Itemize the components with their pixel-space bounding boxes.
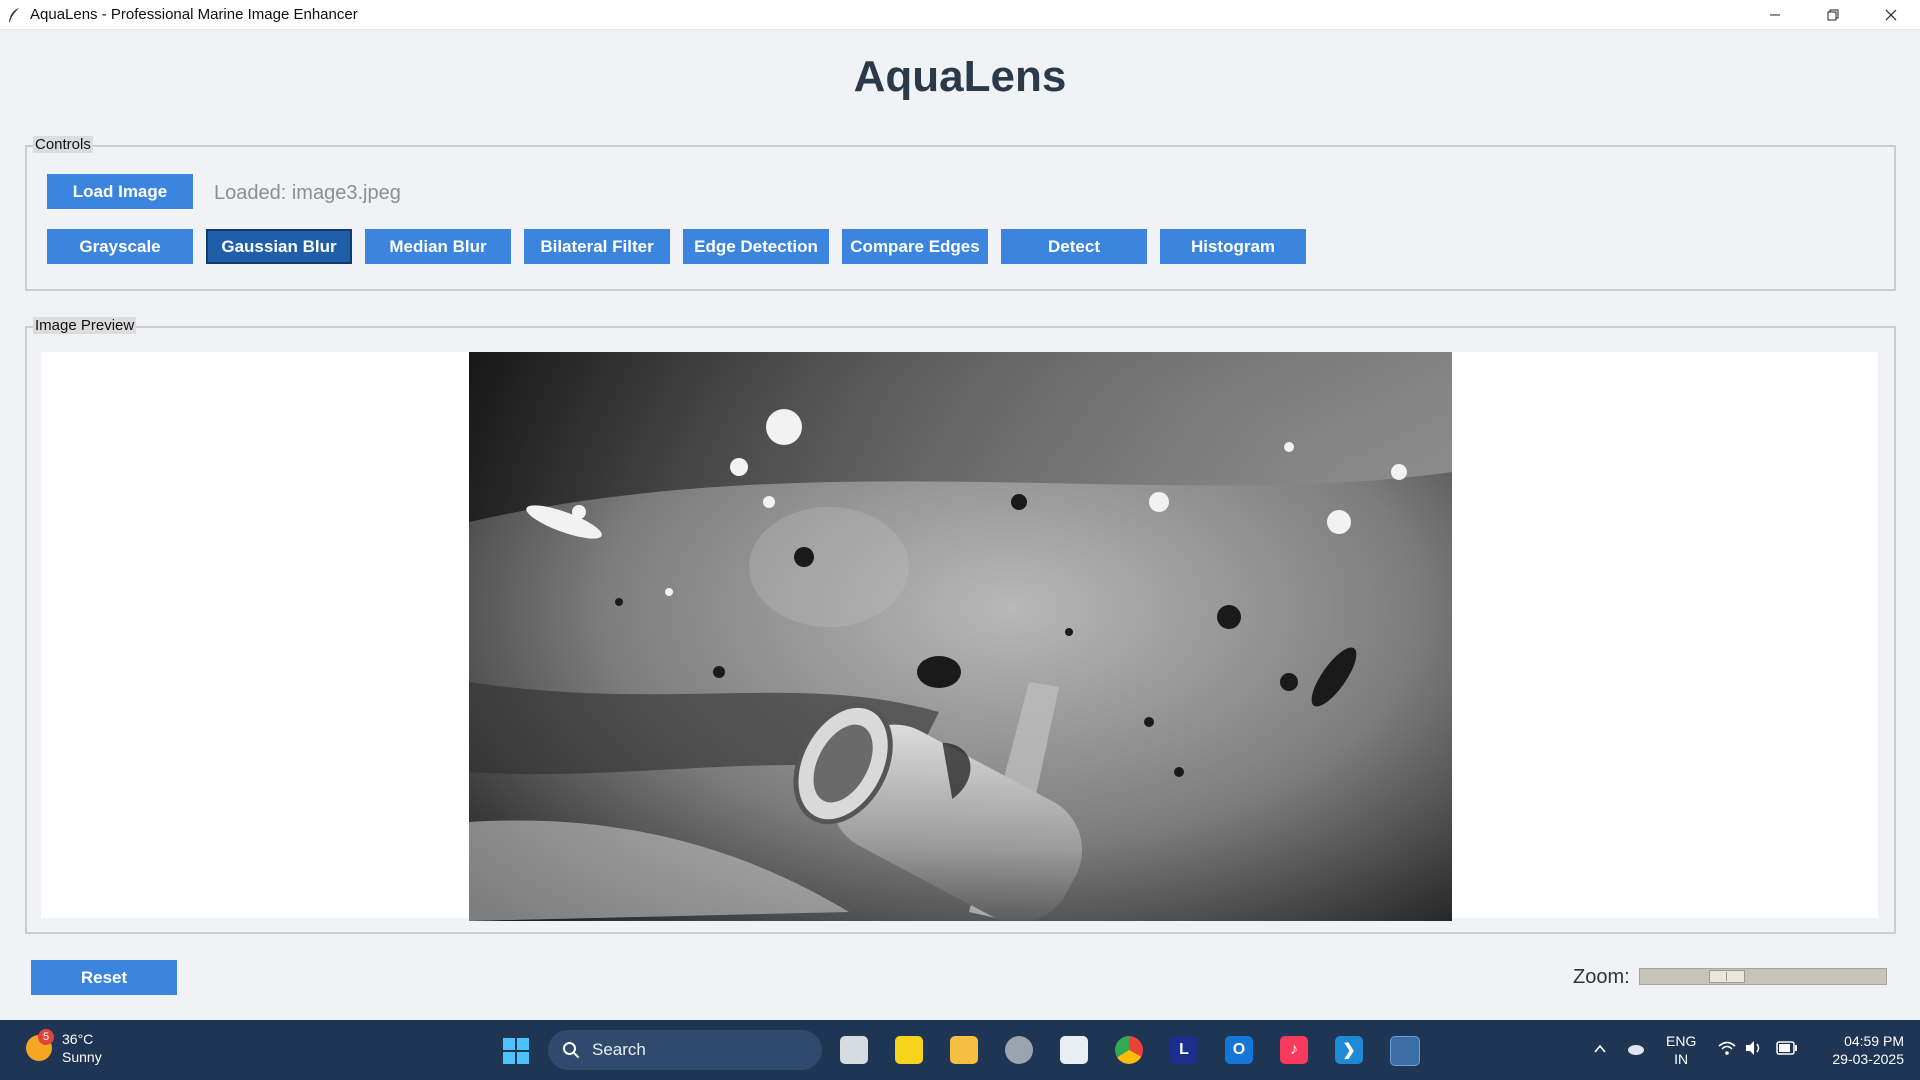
restore-icon bbox=[1827, 9, 1839, 20]
minimize-icon bbox=[1770, 14, 1780, 15]
loaded-file-status: Loaded: image3.jpeg bbox=[214, 182, 401, 204]
music-icon[interactable]: ♪ bbox=[1280, 1036, 1308, 1064]
outlook-icon[interactable]: O bbox=[1225, 1036, 1253, 1064]
compare-edges-button[interactable]: Compare Edges bbox=[842, 229, 988, 264]
windows-taskbar: 5 36°C Sunny Search L O ♪ ❯ ENG IN 04:59… bbox=[0, 1020, 1920, 1080]
microsoft-store-icon[interactable] bbox=[1060, 1036, 1088, 1064]
wifi-icon[interactable] bbox=[1718, 1040, 1736, 1056]
histogram-button[interactable]: Histogram bbox=[1160, 229, 1306, 264]
settings-icon[interactable] bbox=[1005, 1036, 1033, 1064]
restore-button[interactable] bbox=[1804, 0, 1862, 29]
onedrive-icon[interactable] bbox=[1626, 1040, 1646, 1058]
lens-app-icon[interactable]: L bbox=[1170, 1036, 1198, 1064]
sticky-notes-icon[interactable] bbox=[895, 1036, 923, 1064]
close-icon bbox=[1885, 9, 1897, 20]
weather-temperature: 36°C bbox=[62, 1031, 94, 1047]
volume-icon[interactable] bbox=[1744, 1040, 1762, 1056]
chrome-icon[interactable] bbox=[1115, 1036, 1143, 1064]
clock-time[interactable]: 04:59 PM bbox=[1814, 1032, 1904, 1050]
sun-icon: 5 bbox=[26, 1029, 54, 1061]
bilateral-filter-button[interactable]: Bilateral Filter bbox=[524, 229, 670, 264]
load-image-button[interactable]: Load Image bbox=[47, 174, 193, 209]
image-preview-group: Image Preview bbox=[25, 317, 1896, 934]
controls-group: Controls Load Image Loaded: image3.jpeg … bbox=[25, 136, 1896, 291]
weather-condition: Sunny bbox=[62, 1049, 102, 1065]
window-title: AquaLens - Professional Marine Image Enh… bbox=[30, 6, 358, 23]
task-view-icon[interactable] bbox=[840, 1036, 868, 1064]
controls-legend: Controls bbox=[33, 136, 93, 153]
app-title: AquaLens bbox=[853, 52, 1067, 101]
language-indicator-line1[interactable]: ENG bbox=[1666, 1032, 1696, 1050]
search-placeholder: Search bbox=[592, 1040, 646, 1059]
vscode-icon[interactable]: ❯ bbox=[1335, 1036, 1363, 1064]
zoom-label: Zoom: bbox=[1573, 966, 1630, 988]
close-button[interactable] bbox=[1862, 0, 1920, 29]
weather-badge: 5 bbox=[38, 1029, 54, 1045]
feather-app-icon bbox=[9, 7, 19, 22]
zoom-slider[interactable] bbox=[1639, 968, 1887, 985]
gaussian-blur-button[interactable]: Gaussian Blur bbox=[206, 229, 352, 264]
image-preview-legend: Image Preview bbox=[33, 317, 137, 334]
search-icon bbox=[563, 1042, 580, 1059]
grayscale-button[interactable]: Grayscale bbox=[47, 229, 193, 264]
zoom-slider-thumb[interactable] bbox=[1709, 970, 1745, 983]
edge-detection-button[interactable]: Edge Detection bbox=[683, 229, 829, 264]
median-blur-button[interactable]: Median Blur bbox=[365, 229, 511, 264]
battery-icon[interactable] bbox=[1776, 1041, 1798, 1055]
language-indicator-line2[interactable]: IN bbox=[1666, 1050, 1696, 1068]
clock-date[interactable]: 29-03-2025 bbox=[1814, 1050, 1904, 1068]
window-title-bar: AquaLens - Professional Marine Image Enh… bbox=[0, 0, 1920, 30]
underwater-bottle-image bbox=[469, 352, 1452, 921]
detect-button[interactable]: Detect bbox=[1001, 229, 1147, 264]
python-icon[interactable] bbox=[1390, 1036, 1420, 1066]
weather-widget[interactable]: 5 36°C Sunny bbox=[26, 1029, 102, 1066]
taskbar-search-box[interactable]: Search bbox=[548, 1030, 822, 1070]
preview-canvas bbox=[41, 352, 1878, 921]
file-explorer-icon[interactable] bbox=[950, 1036, 978, 1064]
preview-image bbox=[469, 352, 1452, 921]
chevron-up-icon[interactable] bbox=[1593, 1042, 1607, 1056]
minimize-button[interactable] bbox=[1746, 0, 1804, 29]
reset-button[interactable]: Reset bbox=[31, 960, 177, 995]
windows-start-icon[interactable] bbox=[502, 1037, 530, 1065]
